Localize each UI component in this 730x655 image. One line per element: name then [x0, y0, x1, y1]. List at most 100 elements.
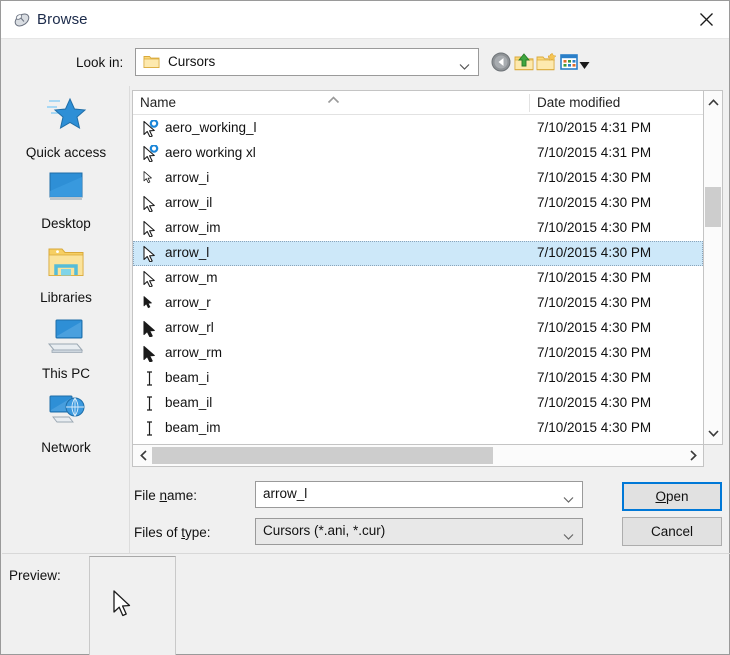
date-modified-cell: 7/10/2015 4:30 PM: [537, 170, 651, 185]
look-in-dropdown[interactable]: Cursors: [135, 48, 479, 76]
column-divider[interactable]: [529, 94, 530, 112]
file-name-cell: aero_working_l: [165, 120, 257, 135]
views-icon[interactable]: [558, 51, 580, 73]
cursor-arrow-icon: [142, 270, 159, 287]
cursor-ibeam-icon: [142, 395, 159, 412]
column-header-name[interactable]: Name: [140, 95, 176, 110]
file-name-cell: beam_il: [165, 395, 212, 410]
cursor-arrow-filled-icon: [142, 345, 159, 362]
sidebar-item-label: Desktop: [41, 216, 91, 231]
date-modified-cell: 7/10/2015 4:31 PM: [537, 120, 651, 135]
vertical-scrollbar[interactable]: [704, 90, 723, 445]
table-row[interactable]: arrow_rm 7/10/2015 4:30 PM: [133, 341, 703, 366]
open-button[interactable]: Open: [622, 482, 722, 511]
table-row[interactable]: beam_il 7/10/2015 4:30 PM: [133, 391, 703, 416]
file-name-input[interactable]: arrow_l: [255, 481, 583, 508]
cursor-arrow-icon: [142, 220, 159, 237]
date-modified-cell: 7/10/2015 4:30 PM: [537, 345, 651, 360]
file-list: Name Date modified aero_working_l 7/10/20…: [132, 90, 704, 445]
table-row[interactable]: arrow_rl7/10/2015 4:30 PM: [133, 316, 703, 341]
title-bar: Browse: [1, 1, 729, 39]
cursor-arrow-small-icon: [142, 170, 159, 187]
cursor-working-icon: [142, 120, 159, 137]
date-modified-cell: 7/10/2015 4:30 PM: [537, 195, 651, 210]
sidebar-item-label: Quick access: [26, 145, 106, 160]
files-of-type-dropdown[interactable]: Cursors (*.ani, *.cur): [255, 518, 583, 545]
sidebar: Quick access Desktop: [2, 86, 130, 554]
table-row[interactable]: aero_working_l 7/10/2015 4:31 PM: [133, 116, 703, 141]
date-modified-cell: 7/10/2015 4:30 PM: [537, 320, 651, 335]
sidebar-item-libraries[interactable]: Libraries: [2, 243, 130, 307]
chevron-up-icon[interactable]: [704, 93, 722, 111]
look-in-value: Cursors: [168, 54, 215, 69]
table-row[interactable]: aero working xl 7/10/2015 4:31 PM: [133, 141, 703, 166]
date-modified-cell: 7/10/2015 4:30 PM: [537, 370, 651, 385]
table-row[interactable]: arrow_il 7/10/2015 4:30 PM: [133, 191, 703, 216]
date-modified-cell: 7/10/2015 4:30 PM: [537, 295, 651, 310]
file-name-value: arrow_l: [263, 486, 307, 501]
cursor-arrow-icon: [112, 590, 134, 620]
sidebar-item-network[interactable]: Network: [2, 391, 130, 457]
horizontal-scrollbar[interactable]: [132, 445, 704, 467]
date-modified-cell: 7/10/2015 4:30 PM: [537, 395, 651, 410]
browse-dialog: Browse Look in: Cursors: [0, 0, 730, 655]
column-header-date-modified[interactable]: Date modified: [537, 95, 620, 110]
chevron-left-icon[interactable]: [134, 446, 152, 465]
preview-separator: [2, 553, 730, 554]
file-name-cell: beam_im: [165, 420, 221, 435]
cursor-working-icon: [142, 145, 159, 162]
desktop-icon: [2, 169, 130, 212]
table-row[interactable]: arrow_m7/10/2015 4:30 PM: [133, 266, 703, 291]
views-dropdown-chevron-down-icon[interactable]: [579, 57, 590, 66]
file-name-cell: arrow_m: [165, 270, 218, 285]
table-row[interactable]: arrow_r7/10/2015 4:30 PM: [133, 291, 703, 316]
cursor-ibeam-icon: [142, 420, 159, 437]
cursor-ibeam-icon: [142, 370, 159, 387]
window-title: Browse: [37, 11, 88, 28]
back-arrow-icon[interactable]: [490, 51, 512, 73]
file-name-cell: arrow_i: [165, 170, 209, 185]
preview-box: [89, 556, 176, 655]
file-name-label: File name:: [134, 488, 197, 503]
date-modified-cell: 7/10/2015 4:30 PM: [537, 220, 651, 235]
table-row[interactable]: arrow_i 7/10/2015 4:30 PM: [133, 166, 703, 191]
look-in-label: Look in:: [76, 55, 123, 70]
sidebar-item-label: Libraries: [40, 290, 92, 305]
cursor-arrow-icon: [142, 245, 159, 262]
file-name-cell: aero working xl: [165, 145, 256, 160]
sort-ascending-icon: [327, 91, 340, 99]
column-header-row: Name Date modified: [133, 91, 703, 115]
chevron-down-icon[interactable]: [704, 424, 722, 442]
cancel-button[interactable]: Cancel: [622, 517, 722, 546]
network-globe-icon: [2, 391, 130, 436]
cursor-arrow-filled-icon: [142, 320, 159, 337]
sidebar-item-this-pc[interactable]: This PC: [2, 317, 130, 383]
sidebar-item-quick-access[interactable]: Quick access: [2, 94, 130, 162]
file-name-cell: arrow_rm: [165, 345, 222, 360]
sidebar-item-label: Network: [41, 440, 91, 455]
up-folder-icon[interactable]: [513, 51, 535, 73]
cursor-arrow-icon: [142, 195, 159, 212]
new-folder-icon[interactable]: [535, 51, 557, 73]
date-modified-cell: 7/10/2015 4:31 PM: [537, 145, 651, 160]
close-icon[interactable]: [683, 1, 729, 38]
file-rows: aero_working_l7/10/2015 4:31 PMaero work…: [133, 116, 703, 444]
table-row[interactable]: beam_im 7/10/2015 4:30 PM: [133, 416, 703, 441]
file-name-cell: arrow_l: [165, 245, 209, 260]
table-row[interactable]: arrow_im 7/10/2015 4:30 PM: [133, 216, 703, 241]
file-name-cell: arrow_im: [165, 220, 221, 235]
horizontal-scrollbar-thumb[interactable]: [152, 447, 493, 464]
chevron-down-icon[interactable]: [459, 58, 470, 66]
sidebar-item-label: This PC: [42, 366, 90, 381]
sidebar-item-desktop[interactable]: Desktop: [2, 169, 130, 233]
chevron-down-icon[interactable]: [563, 491, 574, 499]
vertical-scrollbar-thumb[interactable]: [705, 187, 721, 227]
table-row[interactable]: arrow_l7/10/2015 4:30 PM: [133, 241, 703, 266]
chevron-right-icon[interactable]: [684, 446, 702, 465]
chevron-down-icon[interactable]: [563, 528, 574, 536]
cursor-arrow-filled-small-icon: [142, 295, 159, 312]
mouse-icon: [13, 11, 31, 29]
table-row[interactable]: beam_i7/10/2015 4:30 PM: [133, 366, 703, 391]
date-modified-cell: 7/10/2015 4:30 PM: [537, 420, 651, 435]
file-name-cell: arrow_il: [165, 195, 212, 210]
